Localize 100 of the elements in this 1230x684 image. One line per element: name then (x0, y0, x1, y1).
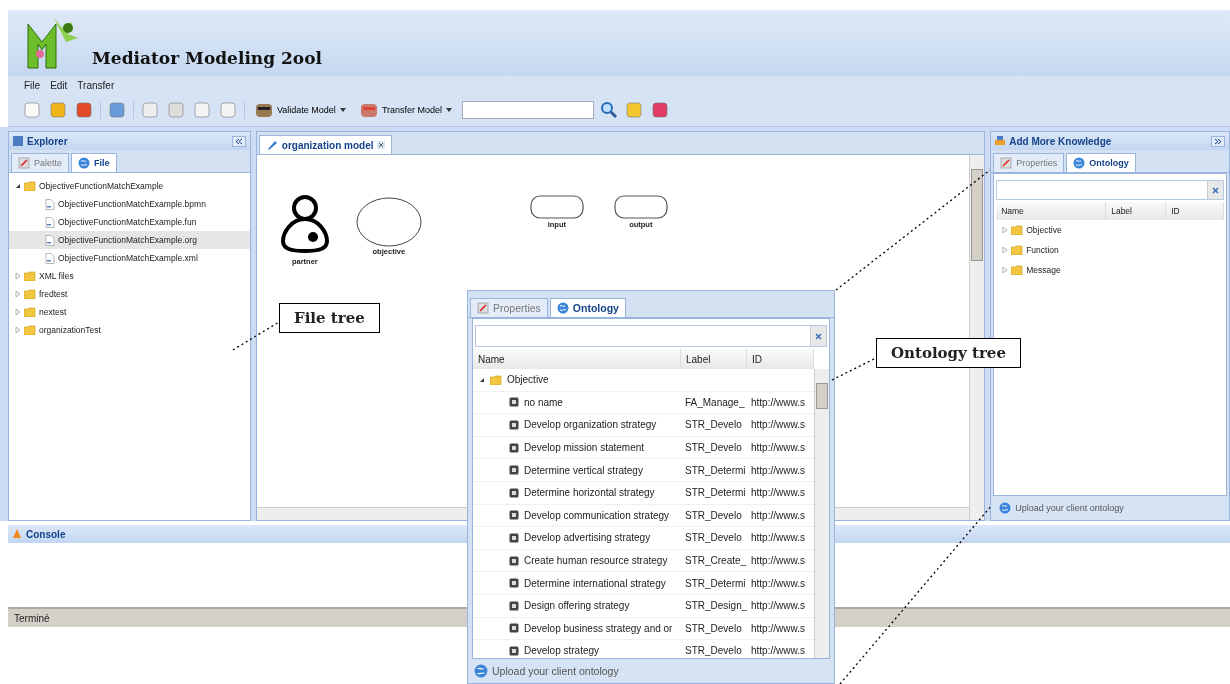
tree-item[interactable]: Objective (473, 369, 814, 392)
tree-item[interactable]: no name (473, 391, 681, 415)
tree-item[interactable]: Develop communication strategy (473, 504, 681, 528)
tree-item[interactable]: Develop business strategy and or (473, 617, 681, 641)
tree-item[interactable]: Determine international strategy (473, 572, 681, 595)
collapse-arrow-icon[interactable] (479, 376, 485, 383)
concept-icon (509, 465, 519, 476)
tree-item[interactable]: Develop mission statement (473, 436, 681, 460)
file-icon (45, 234, 55, 246)
tree-item[interactable]: Function (994, 240, 1226, 260)
caret-icon (446, 108, 453, 112)
tree-item[interactable]: Message (994, 260, 1226, 280)
tree-item[interactable]: nextest (9, 303, 250, 321)
edit-icon (1000, 157, 1013, 169)
filter-field[interactable] (475, 325, 827, 347)
table-cell: STR_Determi (681, 572, 747, 595)
expand-arrow-icon[interactable] (15, 309, 21, 315)
tree-item[interactable]: Design offering strategy (473, 594, 681, 618)
panel-title: Explorer (13, 135, 68, 147)
concept-icon (509, 623, 519, 634)
table-cell: FA_Manage_ (681, 391, 747, 415)
close-icon (1212, 186, 1219, 194)
tree-item[interactable]: Determine vertical strategy (473, 459, 681, 482)
globe-icon (1073, 157, 1086, 169)
tree-item[interactable]: Create human resource strategy (473, 549, 681, 573)
expand-arrow-icon[interactable] (1002, 267, 1009, 273)
concept-icon (509, 510, 519, 521)
expand-arrow-icon[interactable] (1002, 247, 1009, 253)
menu-item[interactable]: Edit (50, 79, 68, 91)
tree-item[interactable]: ObjectiveFunctionMatchExample.fun (9, 213, 250, 231)
column-header[interactable]: ID (1166, 202, 1224, 220)
panel-tab[interactable]: Properties (470, 298, 548, 317)
panel-title: Add More Knowledge (995, 135, 1112, 147)
table-cell: STR_Develo (681, 527, 747, 550)
tree-item[interactable]: fredtest (9, 285, 250, 303)
dropdown-button[interactable]: Transfer Model (355, 100, 457, 120)
close-icon (815, 332, 822, 340)
search-icon[interactable] (600, 101, 619, 119)
explorer-icon (13, 136, 23, 146)
close-icon[interactable] (377, 141, 386, 149)
leader-line (232, 321, 280, 351)
concept-icon (509, 397, 519, 408)
concept-icon (509, 578, 519, 589)
column-header[interactable]: Name (473, 349, 681, 369)
tree-item[interactable]: XML files (9, 267, 250, 285)
collapse-arrow-icon[interactable] (15, 183, 21, 189)
tree-item[interactable]: Determine horizontal strategy (473, 481, 681, 505)
panel-tab[interactable]: Properties (993, 153, 1065, 172)
table-cell: STR_Develo (681, 617, 747, 641)
collapse-icon (234, 137, 243, 145)
column-header[interactable]: Label (681, 349, 747, 369)
concept-icon (509, 487, 519, 498)
expand-button[interactable] (1211, 135, 1225, 147)
panel-tab[interactable]: Ontology (549, 298, 626, 317)
menu-item[interactable]: Transfer (77, 79, 115, 91)
tree-item[interactable]: Objective (994, 220, 1226, 240)
tree-item[interactable]: organizationTest (9, 321, 250, 339)
panel-tab[interactable]: File (71, 153, 117, 172)
editor-tab[interactable]: organization model (258, 135, 393, 154)
vertical-scrollbar[interactable] (814, 369, 829, 658)
tree-item[interactable]: ObjectiveFunctionMatchExample.bpmn (9, 195, 250, 213)
person-shape (278, 195, 331, 253)
edit-icon (18, 157, 30, 169)
column-header[interactable]: ID (747, 349, 814, 369)
expand-arrow-icon[interactable] (15, 273, 21, 279)
search-field[interactable] (462, 101, 595, 119)
dropdown-button[interactable]: Validate Model (251, 100, 350, 120)
leader-line (831, 357, 877, 381)
tree-item[interactable]: Develop advertising strategy (473, 527, 681, 550)
tree-item[interactable]: ObjectiveFunctionMatchExample.xml (9, 249, 250, 267)
file-icon (45, 198, 55, 210)
expand-arrow-icon[interactable] (15, 291, 21, 297)
callout-label: Ontology tree (876, 338, 1021, 368)
tree-item[interactable]: ObjectiveFunctionMatchExample.org (9, 231, 250, 249)
globe-icon (999, 502, 1012, 514)
concept-icon (509, 442, 519, 453)
panel-tab[interactable]: Palette (11, 153, 70, 172)
table-cell: STR_Create_ (681, 549, 747, 573)
globe-icon (556, 302, 569, 314)
collapse-button[interactable] (231, 135, 246, 147)
column-header[interactable]: Name (996, 202, 1107, 220)
tree-item[interactable]: ObjectiveFunctionMatchExample (9, 177, 250, 195)
rounded-rectangle-shape (613, 195, 668, 219)
expand-arrow-icon[interactable] (1002, 227, 1009, 233)
clear-button[interactable] (810, 326, 826, 346)
cone-icon (12, 529, 22, 539)
panel-tab[interactable]: Ontology (1066, 153, 1136, 172)
concept-icon (509, 645, 519, 656)
expand-arrow-icon[interactable] (15, 327, 21, 333)
panel-title: Console (12, 528, 66, 540)
globe-icon (474, 664, 488, 678)
table-cell: STR_Determi (681, 459, 747, 482)
globe-icon (78, 157, 91, 169)
pencil-icon (265, 139, 278, 151)
column-header[interactable]: Label (1106, 202, 1167, 220)
concept-icon (509, 555, 519, 566)
filter-field[interactable] (996, 180, 1224, 200)
tree-item[interactable]: Develop organization strategy (473, 414, 681, 437)
expand-icon (1214, 137, 1222, 145)
menu-item[interactable]: File (24, 79, 41, 91)
